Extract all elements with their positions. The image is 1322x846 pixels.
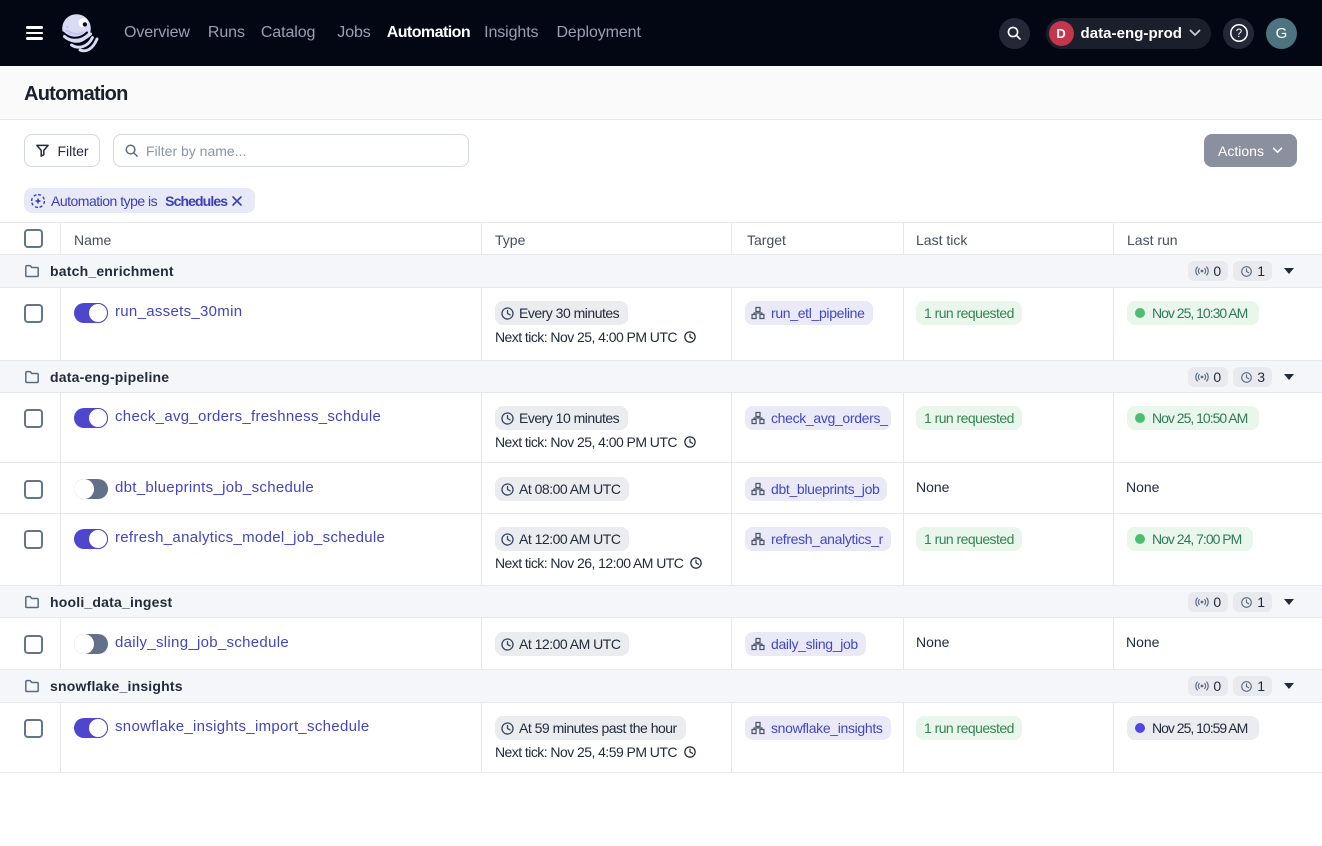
svg-text:?: ? [1235, 28, 1241, 40]
